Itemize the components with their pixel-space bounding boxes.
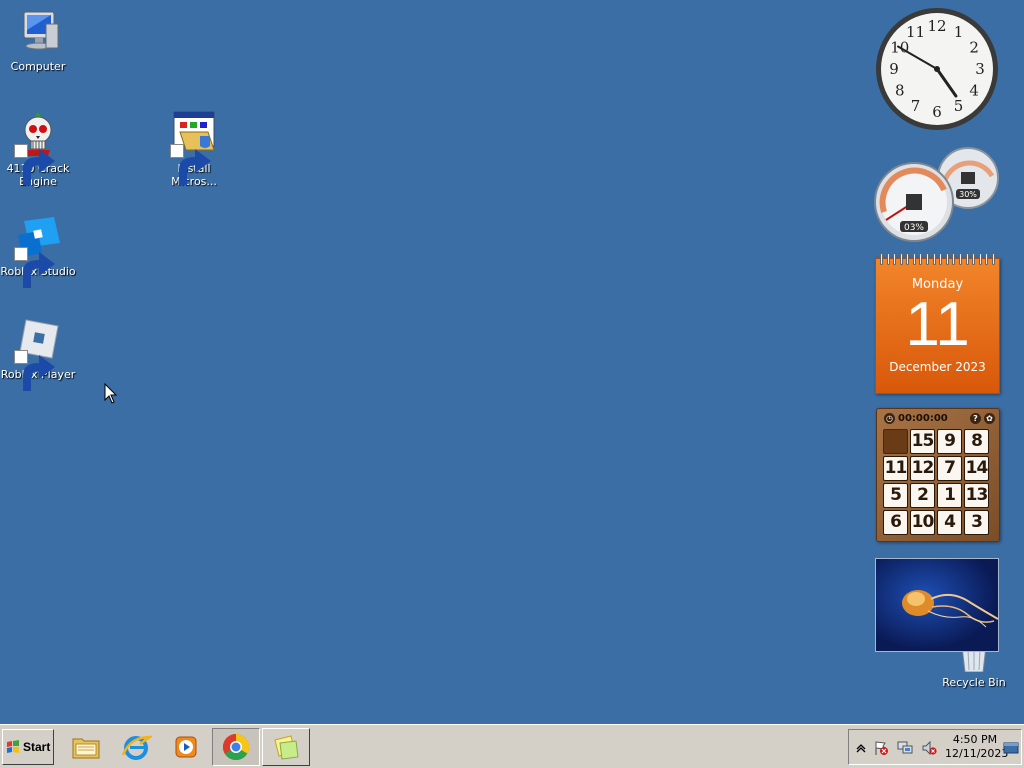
puzzle-tile[interactable]: 3 <box>964 510 989 535</box>
recycle-bin-icon <box>950 650 998 672</box>
action-center-flag-icon[interactable] <box>873 740 889 756</box>
media-player-icon <box>175 736 197 758</box>
puzzle-empty-slot[interactable] <box>883 429 908 454</box>
memory-percentage: 30% <box>959 190 977 199</box>
puzzle-tile[interactable]: 15 <box>910 429 935 454</box>
puzzle-tile[interactable]: 4 <box>937 510 962 535</box>
system-tray: 4:50 PM 12/11/2023 <box>848 729 1022 765</box>
desktop[interactable]: Computer 4110 Crack Engine Install Micro… <box>0 0 1024 724</box>
clock-numeral: 7 <box>911 97 921 115</box>
puzzle-grid: 15 9 8 11 12 7 14 5 2 1 13 6 10 4 3 <box>883 429 993 535</box>
puzzle-tile[interactable]: 10 <box>910 510 935 535</box>
installer-icon <box>170 110 218 185</box>
start-label: Start <box>23 740 51 754</box>
puzzle-tile[interactable]: 7 <box>937 456 962 481</box>
puzzle-timer: 00:00:00 <box>898 412 948 424</box>
skull-icon <box>14 110 62 185</box>
puzzle-tile[interactable]: 13 <box>964 483 989 508</box>
computer-icon <box>14 8 62 56</box>
clock-numeral: 8 <box>895 82 905 100</box>
taskbar-internet-explorer[interactable] <box>112 728 160 766</box>
desktop-icon-crack-engine[interactable]: 4110 Crack Engine <box>0 110 76 188</box>
network-icon[interactable] <box>897 740 913 756</box>
clock-numeral: 4 <box>969 82 979 100</box>
puzzle-help-icon[interactable]: ? <box>970 412 981 424</box>
tray-clock[interactable]: 4:50 PM 12/11/2023 <box>945 733 1009 761</box>
puzzle-tile[interactable]: 5 <box>883 483 908 508</box>
roblox-player-icon <box>14 316 62 391</box>
windows-logo-icon <box>7 740 19 753</box>
shortcut-arrow-icon <box>14 350 55 391</box>
taskbar-windows-explorer[interactable] <box>62 728 110 766</box>
taskbar-media-player[interactable] <box>162 728 210 766</box>
desktop-icon-recycle-bin[interactable]: Recycle Bin <box>936 650 1012 689</box>
calendar-month-year: December 2023 <box>889 360 986 374</box>
puzzle-tile[interactable]: 9 <box>937 429 962 454</box>
taskbar-google-chrome[interactable] <box>212 728 260 766</box>
clock-numeral: 2 <box>969 39 979 57</box>
taskbar: Start 4:50 PM 12/11/2023 <box>0 724 1024 768</box>
clock-numeral: 5 <box>954 97 964 115</box>
clock-numeral: 9 <box>889 60 899 78</box>
desktop-icon-computer[interactable]: Computer <box>0 8 76 73</box>
clock-numeral: 3 <box>975 60 985 78</box>
cpu-percentage: 03% <box>904 223 924 233</box>
cpu-icon <box>906 194 922 210</box>
calendar-gadget[interactable]: Monday 11 December 2023 <box>875 253 1000 394</box>
clock-numeral: 6 <box>932 103 942 121</box>
puzzle-tile[interactable]: 11 <box>883 456 908 481</box>
slideshow-gadget[interactable] <box>875 558 999 652</box>
chrome-icon <box>222 733 250 761</box>
desktop-icon-label: Recycle Bin <box>942 676 1006 689</box>
clock-gadget[interactable]: 12 1 2 3 4 5 6 7 8 9 10 11 <box>874 6 1000 132</box>
clock-numeral: 1 <box>954 23 964 41</box>
volume-muted-icon[interactable] <box>921 740 937 756</box>
roblox-studio-icon <box>14 213 62 288</box>
folder-icon <box>72 738 100 759</box>
calendar-rings <box>880 253 995 265</box>
picture-puzzle-gadget[interactable]: ◷ 00:00:00 ? ✿ 15 9 8 11 12 7 14 5 2 1 13 6 10 4 3 <box>876 408 1000 542</box>
start-button[interactable]: Start <box>2 729 54 765</box>
clock-face: 12 1234567891011 <box>876 8 998 130</box>
puzzle-solve-icon[interactable]: ✿ <box>984 412 995 424</box>
internet-explorer-icon <box>121 735 152 760</box>
puzzle-tile[interactable]: 2 <box>910 483 935 508</box>
desktop-icon-label: Computer <box>10 60 66 73</box>
clock-numeral: 12 <box>927 17 946 35</box>
taskbar-sticky-notes[interactable] <box>262 728 310 766</box>
shortcut-arrow-icon <box>170 144 211 185</box>
puzzle-tile[interactable]: 1 <box>937 483 962 508</box>
puzzle-tile[interactable]: 14 <box>964 456 989 481</box>
puzzle-tile[interactable]: 6 <box>883 510 908 535</box>
tray-time: 4:50 PM <box>952 733 998 746</box>
desktop-icon-install-microsoft[interactable]: Install Micros... <box>156 110 232 188</box>
puzzle-tile[interactable]: 12 <box>910 456 935 481</box>
jellyfish-image <box>902 590 998 628</box>
calendar-day-number: 11 <box>905 290 970 359</box>
show-hidden-icons-chevron[interactable] <box>853 740 869 756</box>
puzzle-tile[interactable]: 8 <box>964 429 989 454</box>
sticky-notes-icon <box>274 735 299 760</box>
tray-date: 12/11/2023 <box>945 747 1009 760</box>
memory-icon <box>961 172 975 184</box>
shortcut-arrow-icon <box>14 144 55 185</box>
desktop-icon-roblox-studio[interactable]: Roblox Studio <box>0 213 76 288</box>
clock-numeral: 11 <box>906 23 925 41</box>
cpu-meter-gadget[interactable]: 30% 03% <box>872 146 1002 246</box>
desktop-icon-roblox-player[interactable]: Roblox Player <box>0 316 76 391</box>
mouse-cursor-icon <box>104 383 118 404</box>
puzzle-timer-icon: ◷ <box>884 412 895 424</box>
show-desktop-icon[interactable] <box>1003 740 1019 756</box>
shortcut-arrow-icon <box>14 247 55 288</box>
